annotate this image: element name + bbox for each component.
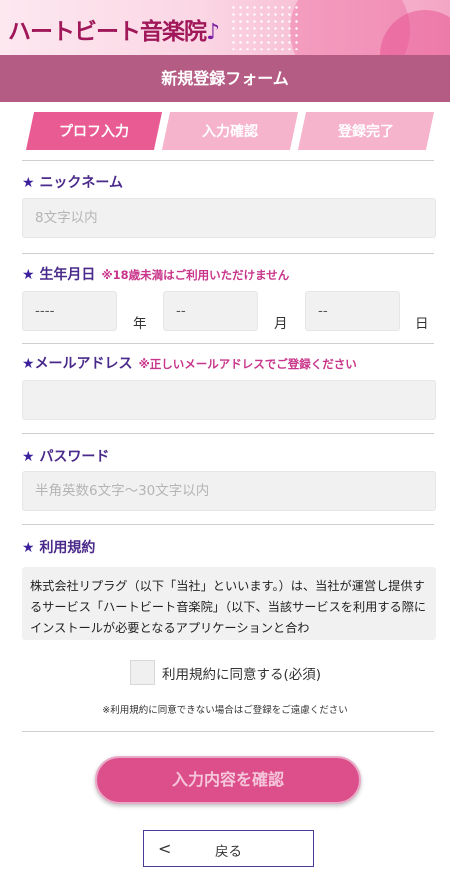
divider	[22, 160, 434, 161]
step-label: 入力確認	[202, 124, 258, 140]
birth-month-select[interactable]: --	[163, 291, 258, 331]
birth-month-value: --	[176, 303, 186, 319]
age-restriction-note: ※18歳未満はご利用いただけません	[101, 268, 290, 282]
step-indicator: プロフ入力 入力確認 登録完了	[25, 112, 435, 150]
divider	[22, 731, 434, 732]
password-label-text: パスワード	[39, 449, 110, 465]
site-logo[interactable]: ハートビート音楽院♪	[8, 12, 220, 46]
birth-year-value: ----	[35, 303, 55, 319]
divider	[22, 343, 434, 344]
divider	[22, 433, 434, 434]
back-button[interactable]: < 戻る	[143, 830, 314, 867]
email-label-text: メールアドレス	[34, 356, 133, 372]
logo-text: ハートビート音楽院	[8, 18, 207, 45]
birth-year-select[interactable]: ----	[22, 291, 117, 331]
terms-text-box[interactable]: 株式会社リプラグ（以下「当社」といいます。）は、当社が運営し提供するサービス「ハ…	[22, 567, 436, 640]
password-placeholder: 半角英数6文字〜30文字以内	[35, 483, 210, 499]
decoration-dots	[230, 4, 300, 50]
required-star-icon: ★	[22, 449, 35, 465]
agree-label[interactable]: 利用規約に同意する(必須)	[162, 663, 321, 683]
terms-text: 株式会社リプラグ（以下「当社」といいます。）は、当社が運営し提供するサービス「ハ…	[30, 579, 427, 635]
birth-day-select[interactable]: --	[305, 291, 400, 331]
birthday-label: ★ 生年月日 ※18歳未満はご利用いただけません	[22, 264, 289, 284]
header-banner: ハートビート音楽院♪	[0, 0, 450, 55]
birthday-label-text: 生年月日	[39, 267, 96, 283]
confirm-input-button[interactable]: 入力内容を確認	[95, 756, 361, 804]
year-unit: 年	[133, 316, 147, 332]
required-star-icon: ★	[22, 540, 35, 556]
music-note-icon: ♪	[206, 19, 220, 45]
email-note: ※正しいメールアドレスでご登録ください	[138, 357, 357, 371]
terms-label-text: 利用規約	[39, 540, 96, 556]
nickname-placeholder: 8文字以内	[35, 210, 98, 226]
month-unit: 月	[274, 316, 288, 332]
email-input[interactable]	[22, 380, 436, 420]
birth-day-value: --	[318, 303, 328, 319]
day-unit: 日	[415, 316, 429, 332]
nickname-input[interactable]: 8文字以内	[22, 198, 436, 238]
back-button-label: 戻る	[215, 844, 242, 860]
email-label: ★メールアドレス ※正しいメールアドレスでご登録ください	[22, 353, 357, 373]
step-label: 登録完了	[338, 124, 394, 140]
password-input[interactable]: 半角英数6文字〜30文字以内	[22, 471, 436, 511]
step-registration-complete: 登録完了	[297, 112, 435, 150]
terms-label: ★ 利用規約	[22, 537, 95, 557]
divider	[22, 524, 434, 525]
agree-note: ※利用規約に同意できない場合はご登録をご遠慮ください	[102, 705, 348, 716]
step-label: プロフ入力	[59, 124, 129, 140]
password-label: ★ パスワード	[22, 446, 109, 466]
required-star-icon: ★	[22, 356, 35, 372]
page-title: 新規登録フォーム	[0, 55, 450, 102]
step-input-confirm: 入力確認	[161, 112, 299, 150]
required-star-icon: ★	[22, 267, 35, 283]
step-profile-input: プロフ入力	[25, 112, 163, 150]
required-star-icon: ★	[22, 175, 35, 191]
agree-checkbox[interactable]	[130, 660, 155, 685]
divider	[22, 253, 434, 254]
nickname-label: ★ ニックネーム	[22, 172, 123, 192]
nickname-label-text: ニックネーム	[39, 175, 124, 191]
